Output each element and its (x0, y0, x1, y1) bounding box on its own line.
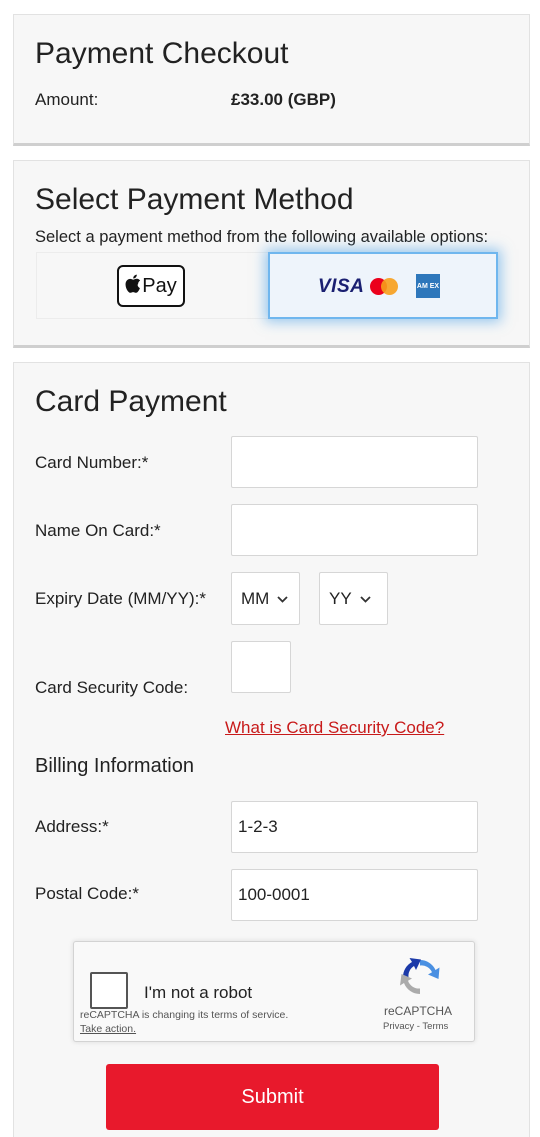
checkout-panel: Payment Checkout Amount: £33.00 (GBP) (13, 14, 530, 146)
card-payment-panel: Card Payment Card Number:* Name On Card:… (13, 362, 530, 1137)
recaptcha-notice: reCAPTCHA is changing its terms of servi… (80, 1009, 289, 1021)
apple-pay-badge: Pay (117, 265, 185, 307)
card-security-code-help-link[interactable]: What is Card Security Code? (225, 718, 444, 738)
recaptcha-privacy-terms-links[interactable]: Privacy - Terms (383, 1021, 448, 1032)
expiry-year-value: YY (329, 588, 352, 608)
card-number-input[interactable] (231, 436, 478, 488)
recaptcha-checkbox[interactable] (90, 972, 128, 1009)
billing-information-heading: Billing Information (35, 755, 194, 777)
visa-logo: VISA (318, 276, 365, 297)
card-number-label: Card Number:* (35, 453, 149, 472)
address-input[interactable] (231, 801, 478, 853)
apple-pay-label: Pay (142, 274, 177, 297)
apple-pay-option[interactable]: Pay (36, 252, 269, 319)
name-on-card-label: Name On Card:* (35, 521, 161, 540)
expiry-year-select[interactable]: YY (319, 572, 388, 625)
checkout-title: Payment Checkout (35, 37, 289, 70)
amount-label: Amount: (35, 90, 99, 109)
payment-method-panel: Select Payment Method Select a payment m… (13, 160, 530, 348)
amex-icon: AM EX (416, 274, 440, 298)
name-on-card-input[interactable] (231, 504, 478, 556)
address-label: Address:* (35, 817, 109, 836)
payment-method-description: Select a payment method from the followi… (35, 228, 489, 246)
payment-method-title: Select Payment Method (35, 183, 354, 216)
card-payment-option[interactable]: VISA AM EX (268, 252, 498, 319)
mastercard-icon (370, 278, 398, 295)
chevron-down-icon (360, 591, 371, 606)
expiry-date-label: Expiry Date (MM/YY):* (35, 589, 206, 608)
apple-icon (125, 274, 141, 298)
card-payment-title: Card Payment (35, 385, 227, 418)
postal-code-label: Postal Code:* (35, 884, 139, 903)
submit-button[interactable]: Submit (106, 1064, 439, 1130)
card-security-code-label: Card Security Code: (35, 678, 189, 697)
recaptcha-icon (399, 956, 441, 998)
recaptcha-widget: I'm not a robot reCAPTCHA is changing it… (73, 941, 475, 1042)
expiry-month-select[interactable]: MM (231, 572, 300, 625)
amount-value: £33.00 (GBP) (231, 90, 336, 109)
expiry-month-value: MM (241, 588, 270, 608)
card-security-code-input[interactable] (231, 641, 291, 693)
chevron-down-icon (277, 591, 288, 606)
postal-code-input[interactable] (231, 869, 478, 921)
recaptcha-take-action-link[interactable]: Take action. (80, 1023, 136, 1035)
recaptcha-label: I'm not a robot (144, 983, 253, 1002)
recaptcha-brand: reCAPTCHA (384, 1004, 453, 1018)
